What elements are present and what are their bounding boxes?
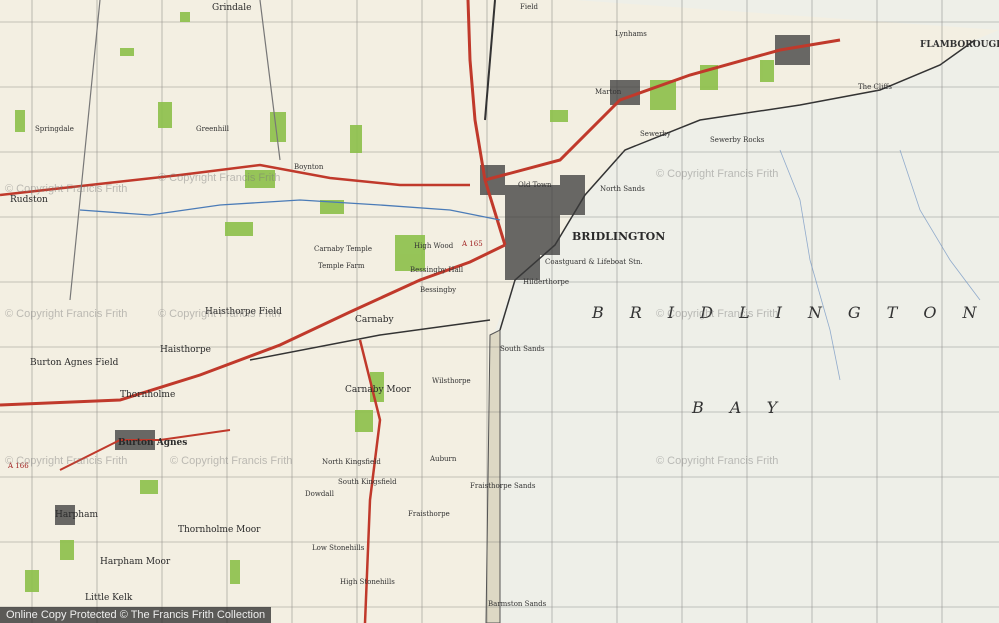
label-rudston: Rudston (10, 195, 48, 205)
label-greenhill: Greenhill (196, 125, 229, 133)
label-south-kingsfield: South Kingsfield (338, 478, 397, 486)
label-burton-agnes: Burton Agnes (118, 438, 188, 448)
label-north-sands: North Sands (600, 185, 645, 193)
label-boynton: Boynton (294, 163, 324, 171)
label-springdale: Springdale (35, 125, 74, 133)
label-flamborough: FLAMBOROUGH HEAD (920, 40, 999, 50)
label-harpham-moor: Harpham Moor (100, 557, 171, 567)
label-bessingby: Bessingby (420, 286, 457, 294)
label-high-wood: High Wood (414, 242, 454, 250)
label-lynhams: Lynhams (615, 30, 647, 38)
label-coastguard: Coastguard & Lifeboat Stn. (545, 258, 643, 266)
map-canvas[interactable]: BRIDLINGTON BRIDLINGTON BAY Rudston Grin… (0, 0, 999, 623)
label-little-kelk: Little Kelk (85, 593, 133, 603)
label-bridlington: BRIDLINGTON (572, 230, 666, 243)
label-harpham: Harpham (55, 510, 98, 520)
label-road-a165: A 165 (462, 240, 483, 248)
watermark: © Copyright Francis Frith (656, 168, 779, 180)
label-barmston-sands: Barmston Sands (488, 600, 547, 608)
watermark: © Copyright Francis Frith (5, 455, 128, 467)
label-grindale: Grindale (212, 3, 252, 13)
label-bay-word2: BAY (692, 398, 804, 417)
label-low-stonehills: Low Stonehills (312, 544, 365, 552)
label-sewerby-rocks: Sewerby Rocks (710, 136, 765, 144)
watermark: © Copyright Francis Frith (158, 308, 281, 320)
label-hilderthorpe: Hilderthorpe (523, 278, 570, 286)
label-thornholme: Thornholme (120, 390, 176, 400)
label-thornholme-moor: Thornholme Moor (178, 525, 261, 535)
watermark: © Copyright Francis Frith (158, 172, 281, 184)
label-carnaby: Carnaby (355, 315, 394, 325)
label-high-stonehills: High Stonehills (340, 578, 395, 586)
label-temple-farm: Temple Farm (318, 262, 365, 270)
label-field: Field (520, 3, 538, 11)
label-marton: Marton (595, 88, 622, 96)
label-the-cliffs: The Cliffs (858, 83, 892, 91)
label-south-sands: South Sands (500, 345, 545, 353)
label-auburn: Auburn (430, 455, 457, 463)
watermark: © Copyright Francis Frith (5, 308, 128, 320)
label-dowdall: Dowdall (305, 490, 334, 498)
label-carnaby-temple: Carnaby Temple (314, 245, 372, 253)
beach (485, 329, 501, 623)
label-old-town: Old Town (518, 181, 552, 189)
watermark: © Copyright Francis Frith (5, 183, 128, 195)
label-burton-agnes-field: Burton Agnes Field (30, 358, 119, 368)
label-sewerby: Sewerby (640, 130, 671, 138)
label-fraisthorpe-sands: Fraisthorpe Sands (470, 482, 536, 490)
watermark: © Copyright Francis Frith (656, 455, 779, 467)
label-haisthorpe: Haisthorpe (160, 345, 211, 355)
copyright-footer: Online Copy Protected © The Francis Frit… (0, 607, 272, 623)
label-wilsthorpe: Wilsthorpe (432, 377, 471, 385)
label-fraisthorpe: Fraisthorpe (408, 510, 450, 518)
label-carnaby-moor: Carnaby Moor (345, 385, 411, 395)
label-bessingby-hall: Bessingby Hall (410, 266, 464, 274)
watermark: © Copyright Francis Frith (656, 308, 779, 320)
label-bay-word1: BRIDLINGTON (592, 303, 999, 322)
watermark: © Copyright Francis Frith (170, 455, 293, 467)
label-north-kingsfield: North Kingsfield (322, 458, 381, 466)
